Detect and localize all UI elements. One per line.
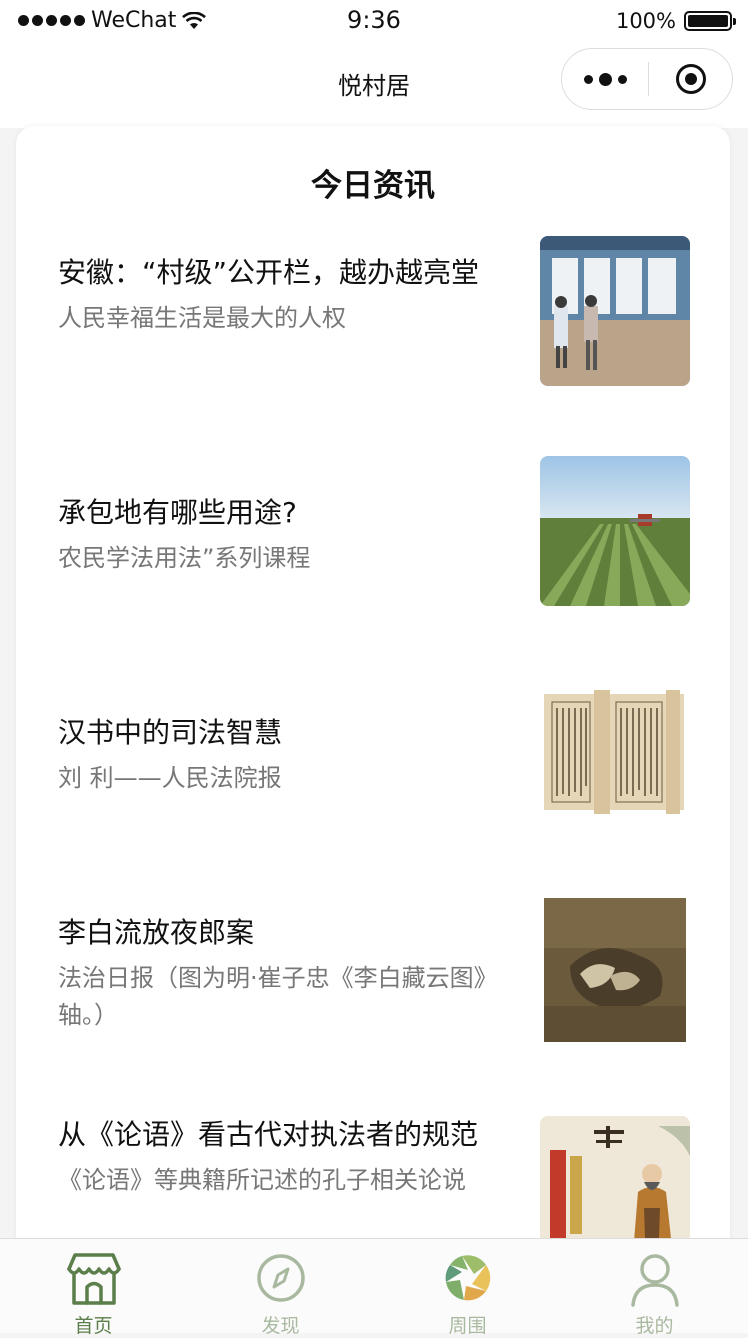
- battery-percent: 100%: [615, 9, 676, 33]
- battery-icon: [684, 11, 736, 31]
- tab-nearby[interactable]: 周围: [374, 1239, 561, 1337]
- news-item-text: 安徽：“村级”公开栏，越办越亮堂 人民幸福生活是最大的人权: [58, 252, 508, 337]
- tab-discover[interactable]: 发现: [187, 1239, 374, 1337]
- storefront-icon: [66, 1253, 121, 1305]
- painting-photo: [540, 896, 690, 1046]
- news-heading: 今日资讯: [311, 168, 435, 204]
- target-icon: [675, 64, 706, 94]
- news-item-subtitle: 人民幸福生活是最大的人权: [58, 304, 346, 332]
- news-item[interactable]: 汉书中的司法智慧 刘 利——人民法院报: [16, 672, 730, 852]
- battery-info: 100%: [615, 9, 736, 33]
- news-item[interactable]: 李白流放夜郎案 法治日报（图为明·崔子忠《李白藏云图》轴。）: [16, 892, 730, 1082]
- news-item-subtitle: 刘 利——人民法院报: [58, 764, 282, 792]
- news-item[interactable]: 安徽：“村级”公开栏，越办越亮堂 人民幸福生活是最大的人权: [16, 232, 730, 412]
- news-item-subtitle: 法治日报（图为明·崔子忠《李白藏云图》轴。）: [58, 964, 498, 1029]
- news-item-text: 汉书中的司法智慧 刘 利——人民法院报: [58, 712, 508, 797]
- news-item-title: 李白流放夜郎案: [58, 916, 255, 949]
- dot: [617, 74, 627, 84]
- tab-discover-label: 发现: [261, 1315, 300, 1337]
- news-item-title: 从《论语》看古代对执法者的规范: [58, 1118, 479, 1151]
- news-item-text: 从《论语》看古代对执法者的规范 《论语》等典籍所记述的孔子相关论说: [58, 1114, 508, 1199]
- close-miniprogram-button[interactable]: [649, 49, 732, 109]
- tab-home-label: 首页: [74, 1315, 113, 1337]
- news-item-text: 承包地有哪些用途? 农民学法用法”系列课程: [58, 492, 508, 577]
- compass-icon: [256, 1254, 305, 1302]
- tab-nearby-label: 周围: [448, 1315, 487, 1337]
- dot: [598, 72, 612, 86]
- dot: [583, 74, 593, 84]
- ancient-book-photo: [540, 676, 690, 826]
- news-item-title: 汉书中的司法智慧: [58, 716, 283, 749]
- nav-bar: 悦村居: [0, 44, 748, 128]
- status-bar: WeChat 9:36 100%: [0, 0, 748, 44]
- aperture-icon: [445, 1255, 490, 1301]
- farmland-photo: [540, 456, 690, 606]
- miniprogram-capsule: [561, 48, 733, 110]
- news-card: 今日资讯 安徽：“村级”公开栏，越办越亮堂 人民幸福生活是最大的人权 承包地有哪…: [16, 126, 730, 1266]
- news-item-title: 承包地有哪些用途?: [58, 496, 297, 529]
- news-item-text: 李白流放夜郎案 法治日报（图为明·崔子忠《李白藏云图》轴。）: [58, 912, 508, 1034]
- more-options-button[interactable]: [562, 49, 648, 109]
- tab-bar: 首页 发现 周围 我的: [0, 1238, 748, 1337]
- news-item[interactable]: 承包地有哪些用途? 农民学法用法”系列课程: [16, 452, 730, 632]
- tab-home[interactable]: 首页: [0, 1239, 187, 1337]
- news-item-subtitle: 农民学法用法”系列课程: [58, 544, 311, 572]
- tab-me-label: 我的: [635, 1315, 674, 1337]
- news-item-subtitle: 《论语》等典籍所记述的孔子相关论说: [58, 1166, 466, 1194]
- notice-board-photo: [540, 236, 690, 386]
- news-item-title: 安徽：“村级”公开栏，越办越亮堂: [58, 256, 480, 289]
- person-icon: [630, 1254, 679, 1307]
- tab-me[interactable]: 我的: [561, 1239, 748, 1337]
